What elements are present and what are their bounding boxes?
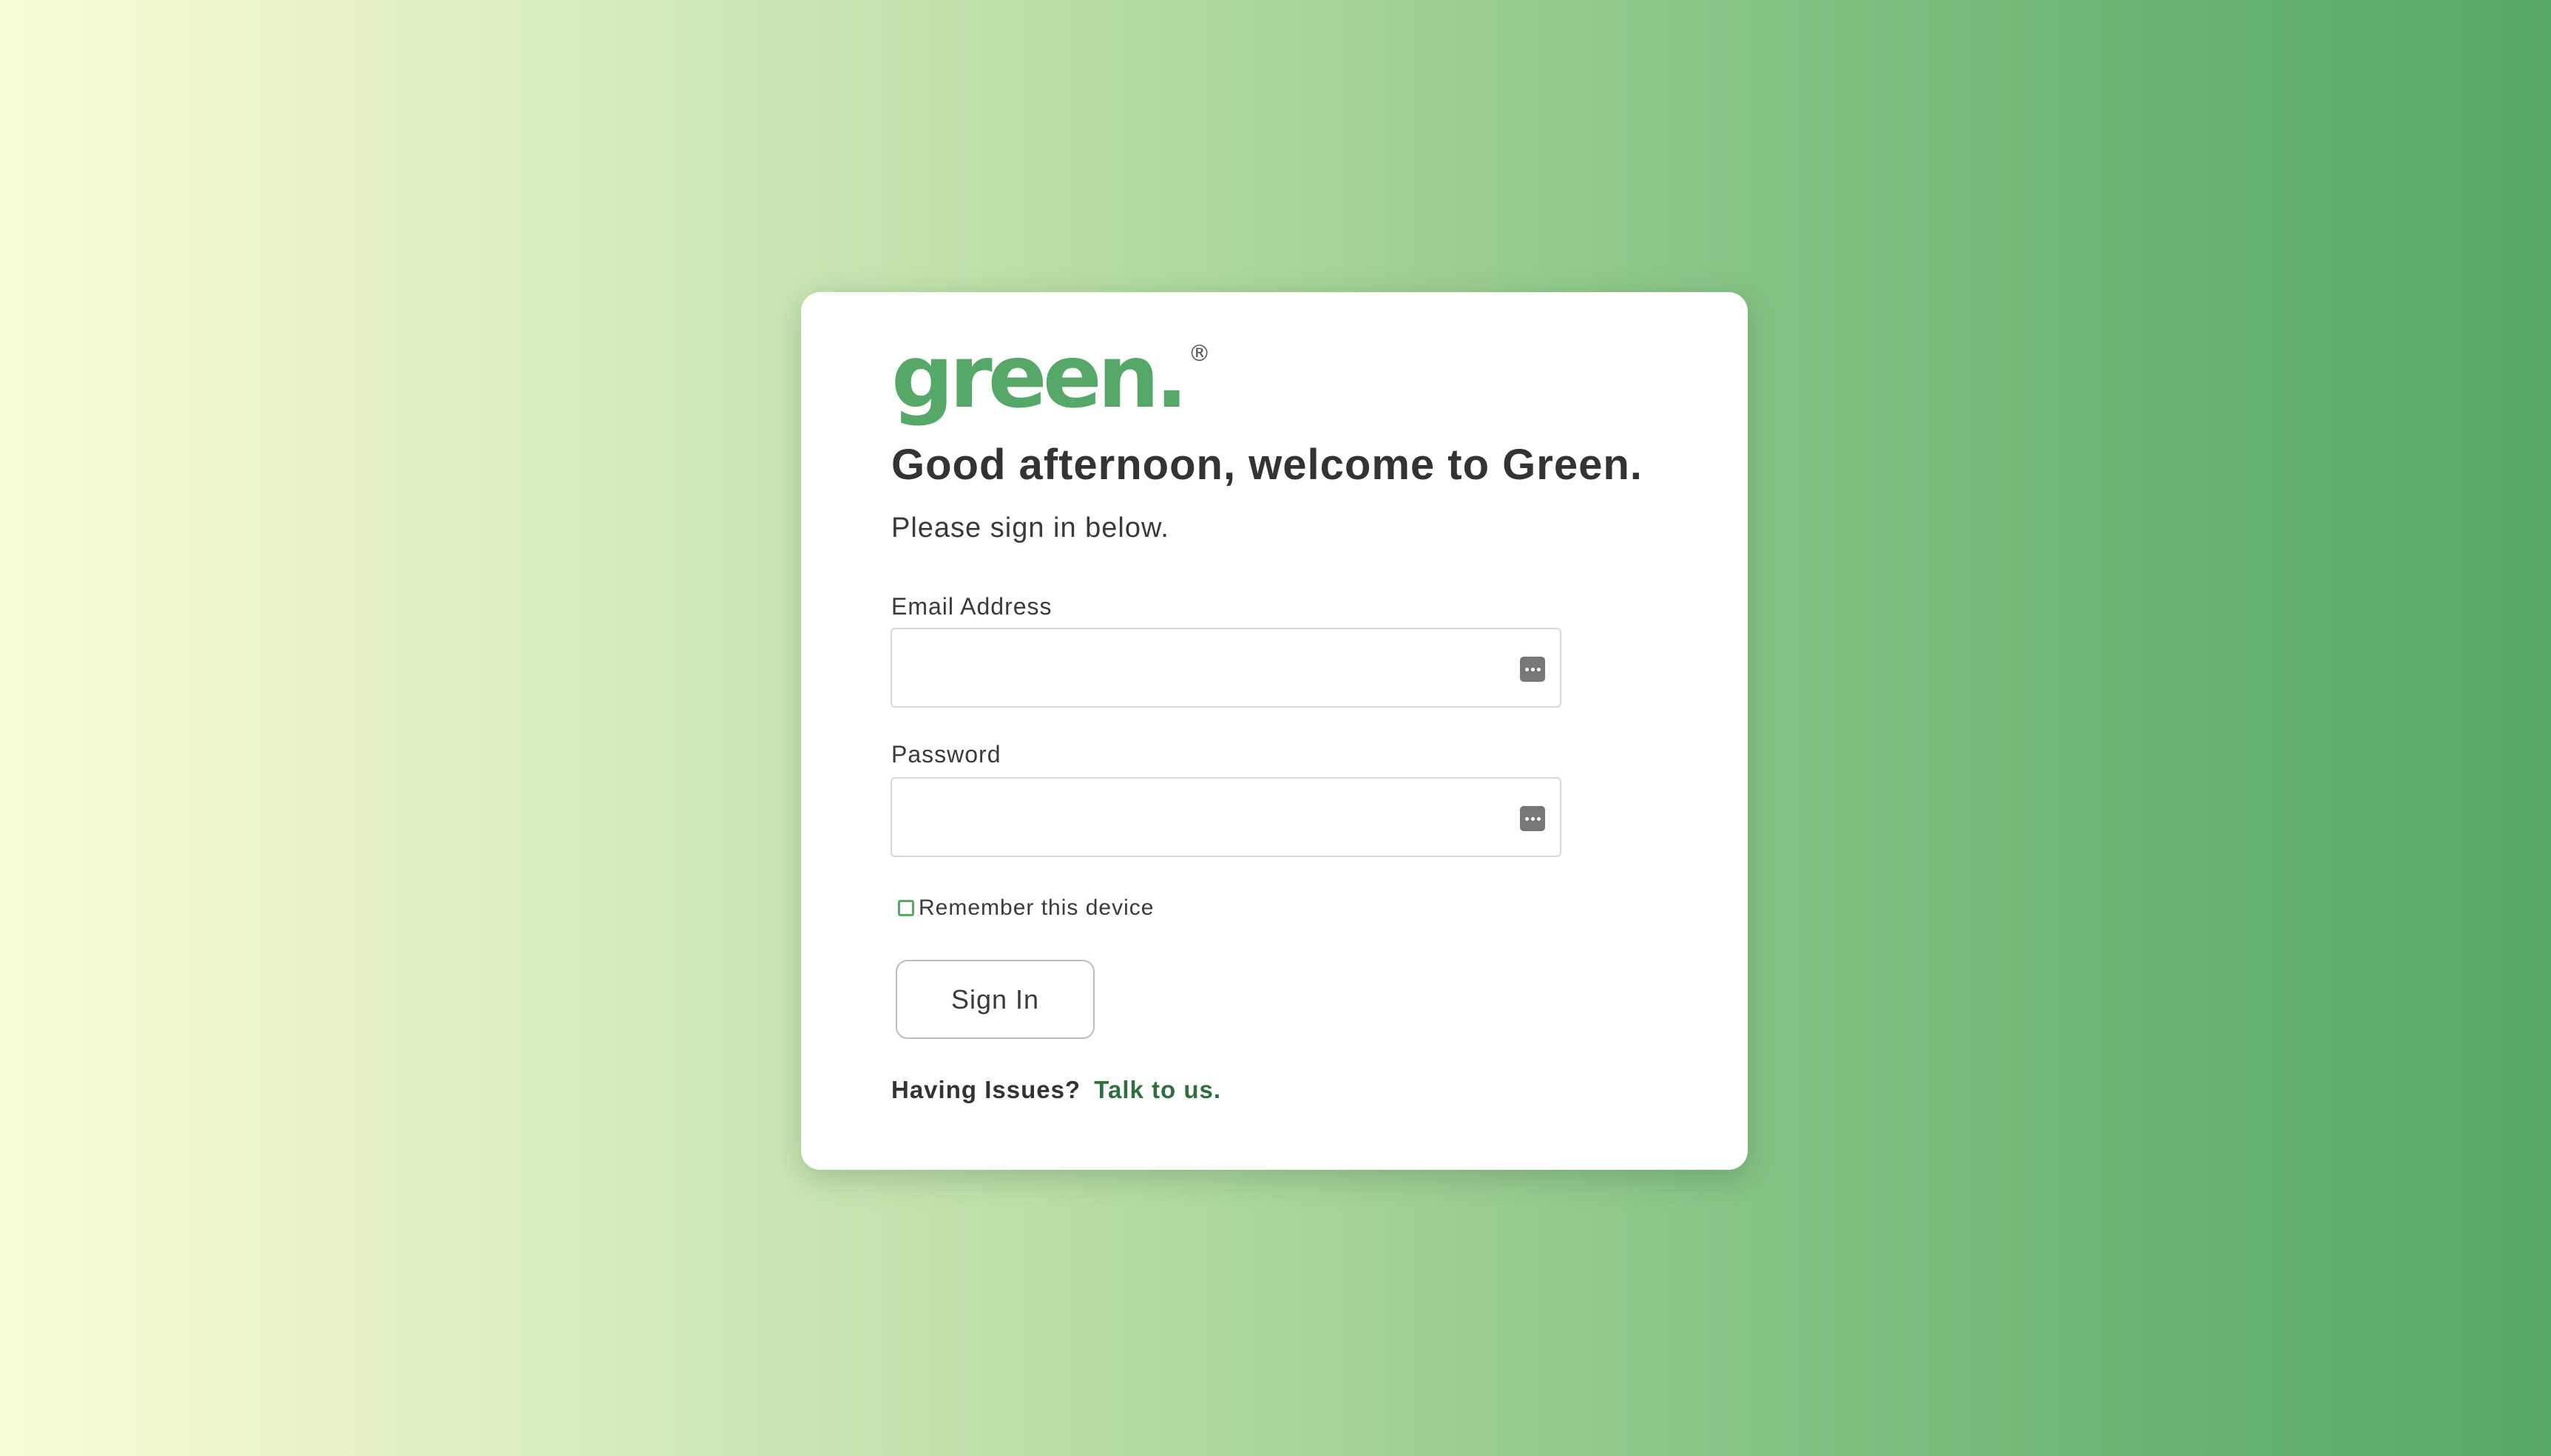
password-label: Password	[891, 741, 1001, 768]
password-field[interactable]	[891, 777, 1561, 857]
email-field[interactable]	[891, 628, 1561, 708]
email-input[interactable]	[892, 629, 1560, 706]
password-manager-icon[interactable]	[1520, 657, 1545, 682]
remember-label[interactable]: Remember this device	[919, 895, 1154, 921]
talk-to-us-link[interactable]: Talk to us.	[1094, 1076, 1221, 1103]
help-text: Having Issues?	[891, 1076, 1081, 1103]
remember-checkbox[interactable]	[898, 900, 914, 916]
page-title: Good afternoon, welcome to Green.	[891, 441, 1643, 489]
password-manager-icon[interactable]	[1520, 806, 1545, 831]
green-logo: green. ®	[891, 333, 1211, 420]
password-input[interactable]	[892, 779, 1560, 856]
page-subtitle: Please sign in below.	[891, 512, 1169, 544]
login-card: green. ® Good afternoon, welcome to Gree…	[801, 292, 1748, 1170]
sign-in-button[interactable]: Sign In	[896, 960, 1095, 1039]
logo-wordmark: green.	[891, 325, 1189, 427]
help-line: Having Issues? Talk to us.	[891, 1076, 1221, 1104]
email-label: Email Address	[891, 593, 1053, 620]
remember-device[interactable]: Remember this device	[898, 895, 1154, 921]
registered-mark: ®	[1188, 341, 1211, 367]
